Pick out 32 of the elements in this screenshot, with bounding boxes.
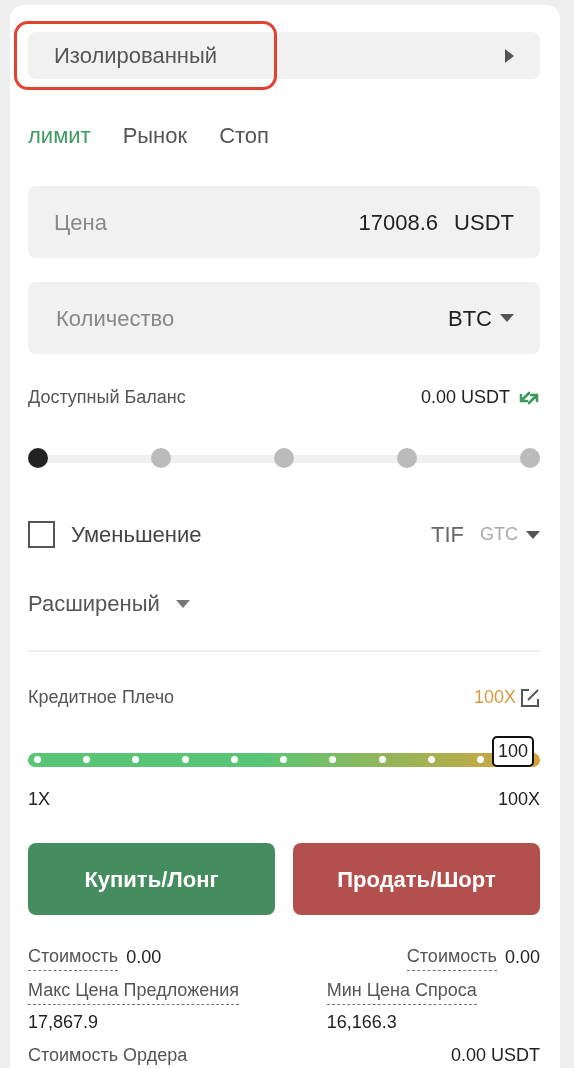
min-label: 1X — [28, 788, 51, 811]
cost-label: Стоимость — [406, 943, 497, 971]
min-ask-label: Мин Цена Спроса — [326, 977, 477, 1005]
margin-mode-selector[interactable]: Изолированный — [28, 32, 540, 79]
leverage-thumb[interactable]: 100 — [492, 736, 535, 768]
sell-button[interactable]: Продать/Шорт — [293, 843, 540, 915]
leverage-value: 100X — [473, 686, 516, 709]
min-ask-value: 16,166.3 — [326, 1011, 397, 1034]
amount-field[interactable]: Количество BTC — [28, 282, 540, 354]
tif-label: TIF — [431, 521, 464, 549]
field-label: Цена — [54, 208, 107, 237]
cost-label: Стоимость — [28, 943, 119, 971]
cost-value: 0.00 — [126, 945, 162, 969]
buy-button[interactable]: Купить/Лонг — [28, 843, 275, 915]
order-type-tab[interactable]: Рынок — [122, 119, 188, 152]
mode-label: Изолированный — [54, 42, 218, 70]
order-type-tab[interactable]: лимит — [28, 119, 91, 152]
reduce-only-label: Уменьшение — [71, 521, 202, 549]
order-cost-value: 0.00 USDT — [450, 1044, 540, 1067]
max-bid-label: Макс Цена Предложения — [28, 977, 239, 1005]
unit-selector[interactable]: BTC — [448, 301, 514, 335]
unit-label: USDT — [454, 208, 514, 237]
balance-value: 0.00 USDT — [420, 386, 510, 409]
balance-label: Доступный Баланс — [28, 386, 186, 409]
advanced-toggle[interactable]: Расширеный — [28, 587, 190, 620]
max-bid-value: 17,867.9 — [28, 1011, 99, 1034]
cost-value: 0.00 — [504, 945, 540, 969]
order-cost-label: Стоимость Ордера — [28, 1042, 188, 1068]
leverage-label: Кредитное Плечо — [28, 686, 175, 709]
max-label: 100X — [497, 788, 540, 811]
order-type-tab[interactable]: Стоп — [219, 119, 269, 152]
price-field[interactable]: Цена 17008.6 USDT — [28, 186, 540, 258]
